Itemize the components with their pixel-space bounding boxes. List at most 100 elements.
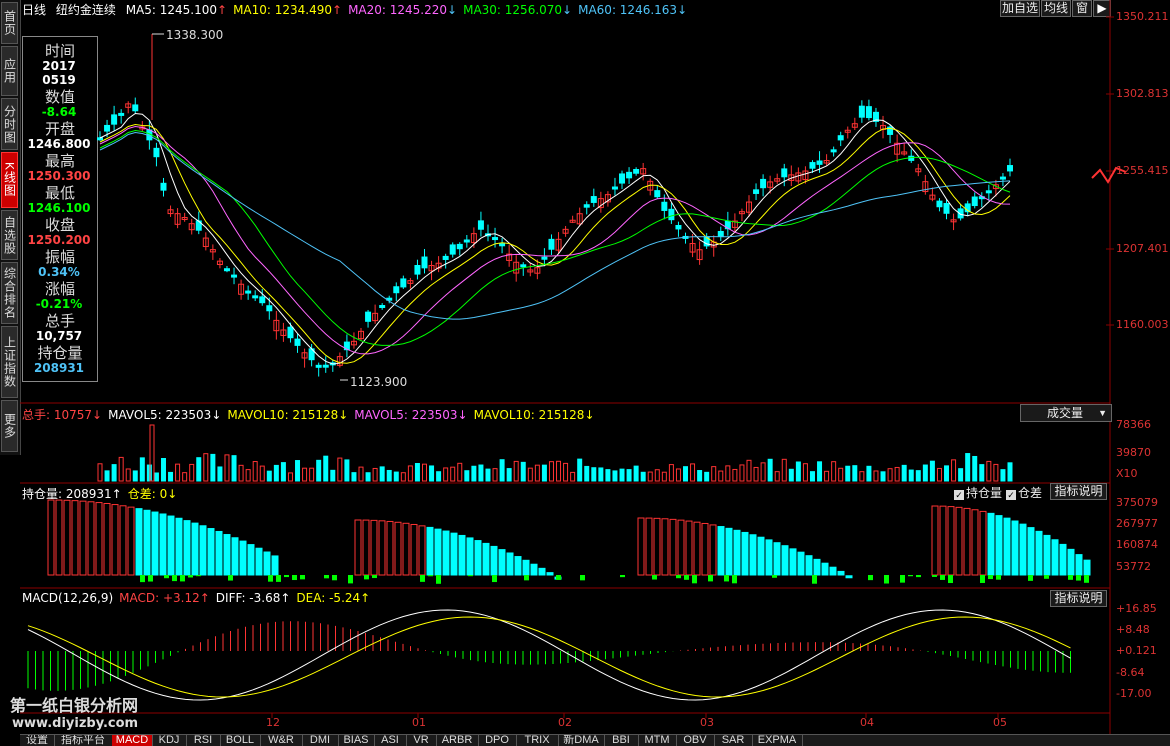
candle-body (365, 311, 372, 322)
candle-body (633, 169, 640, 174)
tab-dpo[interactable]: DPO (478, 735, 517, 746)
tab-rsi[interactable]: RSI (186, 735, 221, 746)
volume-bar (393, 471, 399, 482)
tab-expma[interactable]: EXPMA (752, 735, 803, 746)
oi-diff-bar (916, 575, 921, 578)
candle-body (611, 186, 618, 190)
oi-bar (215, 530, 223, 576)
tab-kdj[interactable]: KDJ (152, 735, 187, 746)
volume-bar (838, 467, 844, 482)
volume-bar (506, 468, 512, 482)
volume-bar (605, 469, 611, 482)
oi-bar (47, 499, 55, 576)
tab-dmi[interactable]: DMI (302, 735, 339, 746)
oi-help-button[interactable]: 指标说明 (1050, 483, 1107, 500)
volume-bar (168, 471, 174, 482)
oi-bar (757, 536, 765, 576)
check-icon: ✓ (1006, 490, 1016, 500)
oi-diff-bar (420, 575, 425, 582)
tab-macd[interactable]: MACD (112, 735, 153, 746)
volume-bar (224, 454, 230, 482)
min-price-annotation: 1123.900 (350, 375, 408, 389)
tab-w&r[interactable]: W&R (260, 735, 303, 746)
volume-bar (767, 458, 773, 482)
oi-bar (1035, 530, 1043, 576)
volume-bar (697, 470, 703, 482)
volume-bar (280, 462, 286, 482)
oi-bar (175, 517, 183, 576)
legend-entry: MACD(12,26,9) (22, 591, 114, 605)
volume-bar (337, 457, 343, 482)
candle-body (379, 305, 386, 309)
volume-unit: X10 (1116, 467, 1138, 480)
candle-body (985, 190, 992, 194)
oi-bar (538, 567, 546, 576)
candle-body (449, 244, 456, 255)
oi-diff-bar (228, 575, 233, 581)
oi-bar (458, 534, 466, 576)
volume-bar (1000, 469, 1006, 482)
volume-bar (640, 471, 646, 482)
tab-bias[interactable]: BIAS (338, 735, 375, 746)
volume-bar (887, 468, 893, 482)
candle-body (266, 305, 273, 312)
oi-bar (653, 517, 661, 576)
candle-body (492, 237, 499, 241)
volume-bar (231, 455, 237, 482)
volume-bar (993, 463, 999, 482)
indicator-select[interactable]: 成交量 ▼ (1020, 404, 1112, 422)
tab-指标平台[interactable]: 指标平台 (54, 735, 113, 746)
indicator-select-value: 成交量 (1047, 406, 1084, 420)
candle-body (971, 196, 978, 207)
tab-设置[interactable]: 设置 (20, 735, 55, 746)
diff-checkbox[interactable]: ✓ 仓差 (1006, 484, 1042, 501)
x-axis-label: 02 (558, 716, 572, 729)
oi-diff-bar (324, 575, 329, 579)
oi-diff-bar (1044, 575, 1049, 579)
tab-trix[interactable]: TRIX (516, 735, 559, 746)
oi-diff-bar (620, 575, 625, 578)
candle-body (463, 239, 470, 243)
candle-body (294, 338, 301, 346)
kline-chart[interactable] (0, 0, 1170, 745)
volume-bar (894, 466, 900, 482)
candle-body (936, 200, 943, 208)
volume-bar (958, 468, 964, 482)
oi-diff-bar (692, 575, 697, 584)
volume-bar (647, 471, 653, 482)
volume-bar (944, 465, 950, 482)
tab-sar[interactable]: SAR (714, 735, 753, 746)
oi-bar (223, 534, 231, 576)
oi-diff-bar (1028, 575, 1033, 581)
oi-checkbox-label: 持仓量 (966, 486, 1003, 500)
oi-bar (781, 545, 789, 576)
legend-entry: MACD: +3.12↑ (119, 591, 210, 605)
oi-bar (685, 520, 693, 576)
candle-body (717, 230, 724, 237)
oi-bar (645, 517, 653, 576)
macd-help-button[interactable]: 指标说明 (1050, 590, 1107, 607)
tab-vr[interactable]: VR (406, 735, 437, 746)
tab-boll[interactable]: BOLL (220, 735, 261, 746)
tab-bbi[interactable]: BBI (604, 735, 639, 746)
oi-checkbox[interactable]: ✓ 持仓量 (954, 484, 1002, 501)
tab-obv[interactable]: OBV (676, 735, 715, 746)
volume-bar (125, 468, 131, 482)
macd-tick: +8.48 (1116, 623, 1150, 636)
tab-mtm[interactable]: MTM (638, 735, 677, 746)
oi-bar (693, 521, 701, 576)
oi-bar (1059, 543, 1067, 576)
oi-diff-bar (1084, 575, 1089, 583)
tab-新dma[interactable]: 新DMA (558, 735, 605, 746)
oi-diff-bar (676, 575, 681, 579)
volume-bar (379, 466, 385, 482)
tab-arbr[interactable]: ARBR (436, 735, 479, 746)
candle-body (132, 104, 139, 112)
oi-bar (167, 515, 175, 576)
volume-bar (781, 458, 787, 482)
tab-asi[interactable]: ASI (374, 735, 407, 746)
oi-tick: 267977 (1116, 517, 1158, 530)
volume-bar (471, 465, 477, 482)
oi-bar (1043, 534, 1051, 576)
oi-diff-bar (180, 575, 185, 582)
